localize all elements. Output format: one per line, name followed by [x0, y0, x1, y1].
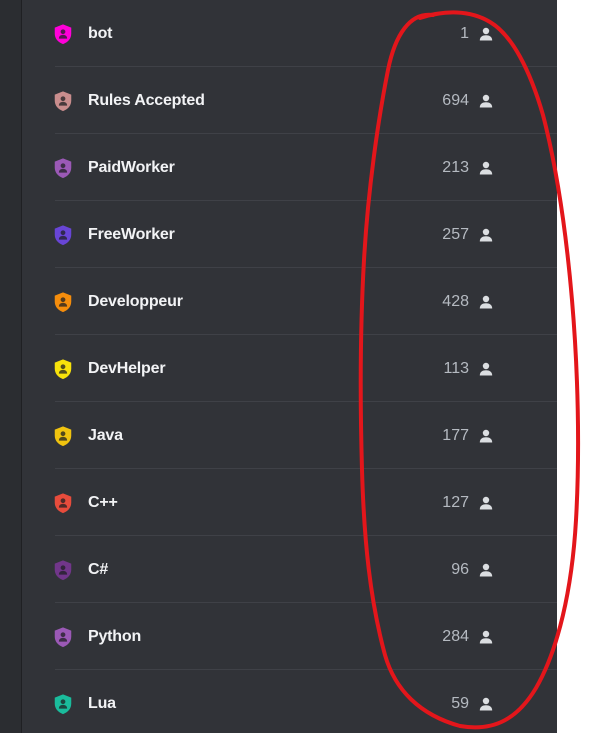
role-row[interactable]: C# 96	[22, 536, 557, 603]
shield-person-icon	[54, 626, 72, 647]
role-row[interactable]: Rules Accepted 694	[22, 67, 557, 134]
shield-person-icon	[54, 23, 72, 44]
shield-person-icon	[54, 693, 72, 714]
role-row[interactable]: Developpeur 428	[22, 268, 557, 335]
person-icon	[479, 362, 493, 375]
person-icon	[479, 161, 493, 174]
role-row[interactable]: Lua 59	[22, 670, 557, 733]
role-list: bot 1 Rules Accepted 694 PaidWorker 213 FreeWo…	[22, 0, 557, 733]
shield-person-icon	[54, 559, 72, 580]
role-name: Developpeur	[88, 292, 183, 310]
role-name: FreeWorker	[88, 225, 175, 243]
role-row[interactable]: PaidWorker 213	[22, 134, 557, 201]
role-name: Lua	[88, 694, 116, 712]
member-count: 127	[442, 493, 469, 511]
member-count: 213	[442, 158, 469, 176]
role-name: Python	[88, 627, 142, 645]
shield-person-icon	[54, 90, 72, 111]
person-icon	[479, 697, 493, 710]
member-count: 113	[443, 359, 469, 377]
person-icon	[479, 496, 493, 509]
role-row[interactable]: FreeWorker 257	[22, 201, 557, 268]
role-row[interactable]: bot 1	[22, 0, 557, 67]
shield-person-icon	[54, 157, 72, 178]
person-icon	[479, 27, 493, 40]
role-name: Java	[88, 426, 123, 444]
roles-panel: bot 1 Rules Accepted 694 PaidWorker 213 FreeWo…	[22, 0, 557, 733]
role-row[interactable]: Java 177	[22, 402, 557, 469]
member-count: 177	[442, 426, 469, 444]
shield-person-icon	[54, 358, 72, 379]
role-row[interactable]: C++ 127	[22, 469, 557, 536]
person-icon	[479, 295, 493, 308]
role-name: C#	[88, 560, 109, 578]
shield-person-icon	[54, 224, 72, 245]
role-row[interactable]: Python 284	[22, 603, 557, 670]
sidebar-edge	[0, 0, 21, 733]
member-count: 428	[442, 292, 469, 310]
role-name: C++	[88, 493, 118, 511]
member-count: 96	[451, 560, 469, 578]
member-count: 59	[451, 694, 469, 712]
role-name: PaidWorker	[88, 158, 175, 176]
member-count: 694	[442, 91, 469, 109]
person-icon	[479, 94, 493, 107]
shield-person-icon	[54, 425, 72, 446]
person-icon	[479, 429, 493, 442]
shield-person-icon	[54, 492, 72, 513]
role-row[interactable]: DevHelper 113	[22, 335, 557, 402]
shield-person-icon	[54, 291, 72, 312]
role-name: bot	[88, 24, 113, 42]
role-name: DevHelper	[88, 359, 166, 377]
roles-screen: bot 1 Rules Accepted 694 PaidWorker 213 FreeWo…	[0, 0, 592, 733]
member-count: 257	[442, 225, 469, 243]
person-icon	[479, 630, 493, 643]
person-icon	[479, 228, 493, 241]
person-icon	[479, 563, 493, 576]
member-count: 284	[442, 627, 469, 645]
role-name: Rules Accepted	[88, 91, 205, 109]
member-count: 1	[460, 24, 469, 42]
